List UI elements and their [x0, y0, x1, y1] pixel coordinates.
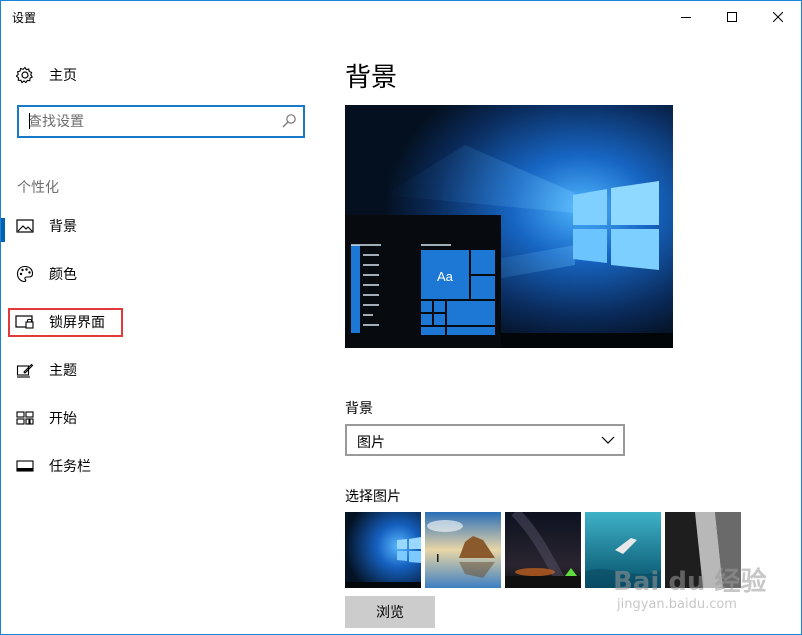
maximize-button[interactable]	[709, 1, 755, 33]
sidebar-item-background[interactable]: 背景	[1, 206, 321, 246]
choose-picture-label: 选择图片	[345, 489, 401, 505]
maximize-icon	[727, 12, 737, 22]
thumbnail-image	[345, 512, 421, 588]
sidebar-item-label: 任务栏	[49, 459, 91, 475]
close-icon	[773, 12, 783, 22]
theme-brush-icon	[15, 360, 35, 380]
window-title: 设置	[12, 11, 37, 25]
sidebar-item-label: 开始	[49, 411, 77, 427]
taskbar-icon	[15, 456, 35, 476]
thumbnail-image	[505, 512, 581, 588]
sidebar-item-start[interactable]: 开始	[1, 398, 321, 438]
background-type-select[interactable]: 图片	[345, 424, 625, 456]
settings-window: 设置 主页 个性化	[0, 0, 802, 635]
minimize-button[interactable]	[663, 1, 709, 33]
dropdown-value: 图片	[357, 435, 385, 451]
sidebar-item-label: 颜色	[49, 267, 77, 283]
sidebar-item-lock-screen[interactable]: 锁屏界面	[1, 302, 321, 342]
background-preview: Aa	[345, 105, 673, 348]
background-type-label: 背景	[345, 401, 373, 417]
thumbnail-beach-rock[interactable]	[425, 512, 501, 588]
picture-icon	[15, 216, 35, 236]
title-bar: 设置	[1, 1, 801, 33]
lock-screen-icon	[15, 312, 35, 332]
browse-button[interactable]: 浏览	[345, 596, 435, 628]
sidebar-item-label: 主题	[49, 363, 77, 379]
thumbnail-night-sky[interactable]	[505, 512, 581, 588]
minimize-icon	[681, 17, 691, 18]
palette-icon	[15, 264, 35, 284]
search-icon[interactable]	[281, 113, 297, 129]
chevron-down-icon	[601, 436, 615, 444]
thumbnail-underwater[interactable]	[585, 512, 661, 588]
sidebar-item-label: 主页	[49, 68, 77, 84]
start-tiles-icon	[15, 408, 35, 428]
sidebar-item-colors[interactable]: 颜色	[1, 254, 321, 294]
sidebar-item-taskbar[interactable]: 任务栏	[1, 446, 321, 486]
sidebar-item-label: 背景	[49, 219, 77, 235]
sidebar-item-themes[interactable]: 主题	[1, 350, 321, 390]
watermark-url: jingyan.baidu.com	[617, 597, 737, 612]
search-box[interactable]	[17, 105, 305, 138]
search-input[interactable]	[19, 107, 269, 136]
text-caret	[29, 113, 30, 129]
thumbnail-windows-hero[interactable]	[345, 512, 421, 588]
sidebar-item-label: 锁屏界面	[49, 315, 105, 331]
selection-indicator	[1, 218, 5, 242]
section-personalization: 个性化	[17, 180, 59, 196]
thumbnail-image	[425, 512, 501, 588]
preview-tile-text: Aa	[437, 269, 454, 284]
desktop-preview-image: Aa	[345, 105, 673, 348]
thumbnail-image	[665, 512, 741, 588]
close-button[interactable]	[755, 1, 801, 33]
thumbnail-image	[585, 512, 661, 588]
thumbnail-rock-cliff[interactable]	[665, 512, 741, 588]
gear-icon	[15, 65, 35, 85]
sidebar-item-home[interactable]: 主页	[1, 55, 321, 95]
page-title: 背景	[345, 63, 398, 93]
